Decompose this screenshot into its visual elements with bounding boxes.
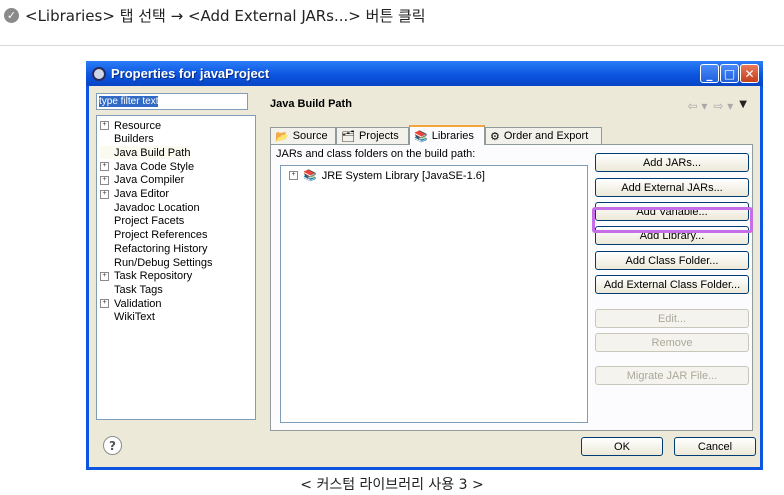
maximize-icon[interactable]: □ bbox=[720, 64, 739, 83]
caption: < 커스텀 라이브러리 사용 3 > bbox=[300, 477, 484, 493]
order-export-icon: ⚙ bbox=[490, 130, 500, 143]
highlight-box bbox=[592, 207, 753, 233]
expand-icon[interactable]: + bbox=[100, 121, 109, 130]
tree-item-label: Project References bbox=[114, 229, 208, 242]
tab-order-and-export[interactable]: ⚙ Order and Export bbox=[485, 127, 602, 144]
tab-label: Libraries bbox=[431, 130, 474, 142]
library-list[interactable]: + 📚 JRE System Library [JavaSE-1.6] bbox=[280, 165, 588, 423]
tree-item-label: Project Facets bbox=[114, 215, 185, 228]
expand-icon[interactable]: + bbox=[100, 175, 109, 185]
add-jars-button[interactable]: Add JARs... bbox=[595, 153, 749, 172]
help-icon[interactable]: ? bbox=[103, 436, 122, 455]
library-item[interactable]: + 📚 JRE System Library [JavaSE-1.6] bbox=[289, 169, 485, 182]
source-folder-icon: 📂 bbox=[275, 130, 289, 143]
tree-item-label: Java Compiler bbox=[114, 174, 185, 187]
tree-item-label: Refactoring History bbox=[114, 242, 208, 255]
ok-button[interactable]: OK bbox=[581, 437, 663, 456]
tree-item-label: Javadoc Location bbox=[114, 201, 200, 214]
title-bar[interactable]: Properties for javaProject _ □ ✕ bbox=[86, 61, 763, 86]
tree-item[interactable]: Builders bbox=[100, 133, 154, 146]
divider bbox=[0, 45, 784, 46]
library-label: JRE System Library [JavaSE-1.6] bbox=[321, 169, 485, 182]
add-class-folder-button[interactable]: Add Class Folder... bbox=[595, 251, 749, 270]
instruction-text: <Libraries> 탭 선택 → <Add External JARs...… bbox=[25, 6, 426, 25]
tree-item-label: WikiText bbox=[114, 311, 155, 324]
tree-item[interactable]: + Task Repository bbox=[100, 270, 192, 283]
tree-item[interactable]: + Java Compiler bbox=[100, 174, 184, 187]
check-circle-icon: ✓ bbox=[4, 7, 19, 23]
properties-dialog: Properties for javaProject _ □ ✕ type fi… bbox=[86, 61, 763, 470]
eclipse-icon bbox=[92, 66, 106, 81]
tree-item-label: Java Editor bbox=[114, 188, 170, 200]
tab-label: Projects bbox=[358, 130, 399, 142]
tree-item-label: Task Repository bbox=[114, 270, 193, 283]
tree-item-label: Java Build Path bbox=[114, 146, 191, 159]
tree-item-label: Task Tags bbox=[114, 283, 163, 296]
tree-item[interactable]: Javadoc Location bbox=[100, 201, 200, 214]
library-icon: 📚 bbox=[303, 170, 317, 182]
libraries-panel: JARs and class folders on the build path… bbox=[270, 144, 753, 431]
page-title: Java Build Path bbox=[270, 98, 352, 110]
expand-icon[interactable]: + bbox=[289, 171, 298, 180]
filter-input[interactable]: type filter text bbox=[96, 93, 248, 110]
tab-label: Order and Export bbox=[503, 130, 589, 142]
tree-item-label: Validation bbox=[114, 297, 162, 310]
window-title: Properties for javaProject bbox=[111, 66, 270, 81]
tab-libraries[interactable]: 📚 Libraries bbox=[409, 125, 485, 145]
page-header: Java Build Path ⇦ ▾ ⇨ ▾ ▼ bbox=[266, 90, 753, 118]
edit-button: Edit... bbox=[595, 309, 749, 328]
tree-item-label: Builders bbox=[114, 133, 154, 146]
tree-item-label: Resource bbox=[114, 119, 162, 132]
expand-icon[interactable]: + bbox=[100, 162, 109, 172]
cancel-button[interactable]: Cancel bbox=[674, 437, 756, 456]
remove-button: Remove bbox=[595, 333, 749, 352]
property-tree: + Resource Builders Java Build Path + Java Co… bbox=[96, 115, 256, 420]
tree-item[interactable]: Project Facets bbox=[100, 215, 184, 228]
expand-icon[interactable]: + bbox=[100, 299, 109, 309]
tree-item[interactable]: WikiText bbox=[100, 311, 155, 324]
close-icon[interactable]: ✕ bbox=[740, 64, 759, 83]
projects-icon: 🗂 bbox=[341, 130, 355, 143]
migrate-jar-file-button: Migrate JAR File... bbox=[595, 366, 749, 385]
books-icon: 📚 bbox=[414, 130, 428, 143]
tab-projects[interactable]: 🗂 Projects bbox=[336, 127, 409, 144]
back-arrow-icon[interactable]: ⇦ ▾ bbox=[687, 99, 707, 113]
expand-icon[interactable]: + bbox=[100, 271, 109, 281]
minimize-icon[interactable]: _ bbox=[700, 64, 719, 83]
tree-item[interactable]: Task Tags bbox=[100, 283, 163, 296]
tab-label: Source bbox=[292, 130, 328, 142]
tree-item[interactable]: + Validation bbox=[100, 297, 162, 310]
tree-item[interactable]: Java Build Path bbox=[100, 146, 191, 160]
tree-item[interactable]: Project References bbox=[100, 229, 208, 242]
nav-arrows: ⇦ ▾ ⇨ ▾ ▼ bbox=[687, 99, 747, 113]
view-menu-icon[interactable]: ▼ bbox=[739, 99, 747, 113]
filter-placeholder: type filter text bbox=[99, 96, 159, 107]
expand-icon[interactable]: + bbox=[100, 189, 109, 199]
tree-item-label: Java Code Style bbox=[114, 160, 195, 173]
panel-description: JARs and class folders on the build path… bbox=[276, 148, 476, 160]
dialog-body: type filter text + Resource Builders Java B… bbox=[89, 86, 760, 467]
add-external-class-folder-button[interactable]: Add External Class Folder... bbox=[595, 275, 749, 294]
instruction: ✓ <Libraries> 탭 선택 → <Add External JARs.… bbox=[4, 4, 426, 26]
forward-arrow-icon[interactable]: ⇨ ▾ bbox=[713, 99, 733, 113]
tree-item-label: Run/Debug Settings bbox=[114, 256, 213, 269]
add-external-jars-button[interactable]: Add External JARs... bbox=[595, 178, 749, 197]
tree-item[interactable]: Refactoring History bbox=[100, 242, 208, 255]
tree-item[interactable]: + Resource bbox=[100, 119, 161, 132]
tab-source[interactable]: 📂 Source bbox=[270, 127, 336, 144]
tree-item[interactable]: Run/Debug Settings bbox=[100, 256, 212, 269]
tree-item[interactable]: + Java Code Style bbox=[100, 160, 194, 173]
tree-item[interactable]: + Java Editor bbox=[100, 188, 169, 201]
